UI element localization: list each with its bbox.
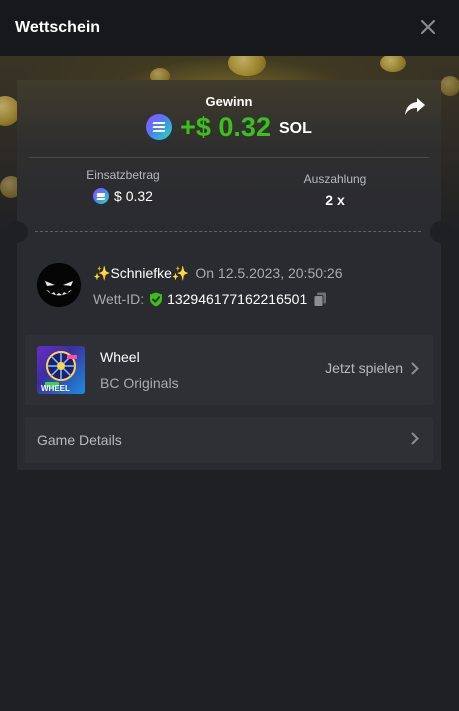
coin-decoration — [380, 56, 406, 72]
game-provider: BC Originals — [100, 375, 179, 391]
ticket-dashed-divider — [35, 231, 421, 232]
bet-amount-value: $ 0.32 — [114, 188, 153, 204]
payout-value: 2 x — [325, 192, 345, 208]
coin-decoration — [228, 56, 266, 76]
ticket-notch-left — [6, 221, 28, 243]
divider — [29, 157, 429, 158]
modal-header: Wettschein — [0, 0, 459, 56]
bet-amount-label: Einsatzbetrag — [86, 168, 160, 182]
bet-timestamp: On 12.5.2023, 20:50:26 — [195, 265, 343, 281]
bet-card: Gewinn +$ 0.32 SOL Einsatzbetrag $ 0.32 — [6, 80, 452, 470]
play-now-label: Jetzt spielen — [325, 360, 403, 376]
avatar-grin-icon — [37, 263, 81, 307]
username[interactable]: Schniefke — [110, 265, 171, 281]
shield-check-icon — [150, 292, 163, 306]
chevron-right-icon — [411, 362, 419, 375]
copy-button[interactable] — [313, 292, 327, 307]
sparkle-icon: ✨ — [171, 264, 190, 281]
win-currency: SOL — [278, 119, 312, 137]
bet-id-value: 132946177162216501 — [167, 291, 308, 307]
win-amount-row: +$ 0.32 SOL — [17, 110, 441, 144]
share-button[interactable] — [403, 94, 427, 118]
coin-decoration — [440, 76, 459, 96]
close-button[interactable] — [417, 16, 439, 38]
game-details-row[interactable]: Game Details — [25, 417, 433, 463]
bet-id-label: Wett-ID: — [93, 291, 145, 307]
bet-amount-stat: Einsatzbetrag $ 0.32 — [17, 168, 229, 204]
win-label: Gewinn — [205, 94, 253, 109]
bet-amount-value-row: $ 0.32 — [17, 188, 229, 204]
solana-icon — [146, 114, 173, 140]
win-amount: +$ 0.32 — [180, 111, 271, 142]
bet-id-line: Wett-ID: 132946177162216501 — [93, 290, 327, 308]
share-icon — [405, 98, 425, 115]
payout-stat: Auszahlung 2 x — [229, 172, 441, 208]
payout-label: Auszahlung — [303, 172, 367, 186]
modal-title: Wettschein — [15, 19, 101, 36]
play-now-link[interactable]: Jetzt spielen — [325, 360, 419, 376]
copy-icon — [313, 292, 327, 307]
game-details-label: Game Details — [37, 432, 122, 448]
avatar[interactable] — [37, 263, 81, 307]
close-icon — [421, 20, 435, 34]
user-line: ✨ Schniefke ✨ On 12.5.2023, 20:50:26 — [93, 264, 342, 282]
sparkle-icon: ✨ — [93, 264, 111, 281]
ticket-notch-right — [430, 221, 452, 243]
game-thumbnail: WHEEL — [37, 346, 85, 394]
bet-slip-modal: Wettschein Gewinn +$ 0.32 SOL Einsatzbet… — [0, 0, 459, 711]
game-row[interactable]: WHEEL Wheel BC Originals Jetzt spielen — [25, 335, 433, 405]
chevron-right-icon — [411, 432, 419, 445]
solana-icon — [93, 188, 110, 204]
game-thumb-label: WHEEL — [41, 384, 70, 393]
game-name: Wheel — [100, 349, 140, 365]
